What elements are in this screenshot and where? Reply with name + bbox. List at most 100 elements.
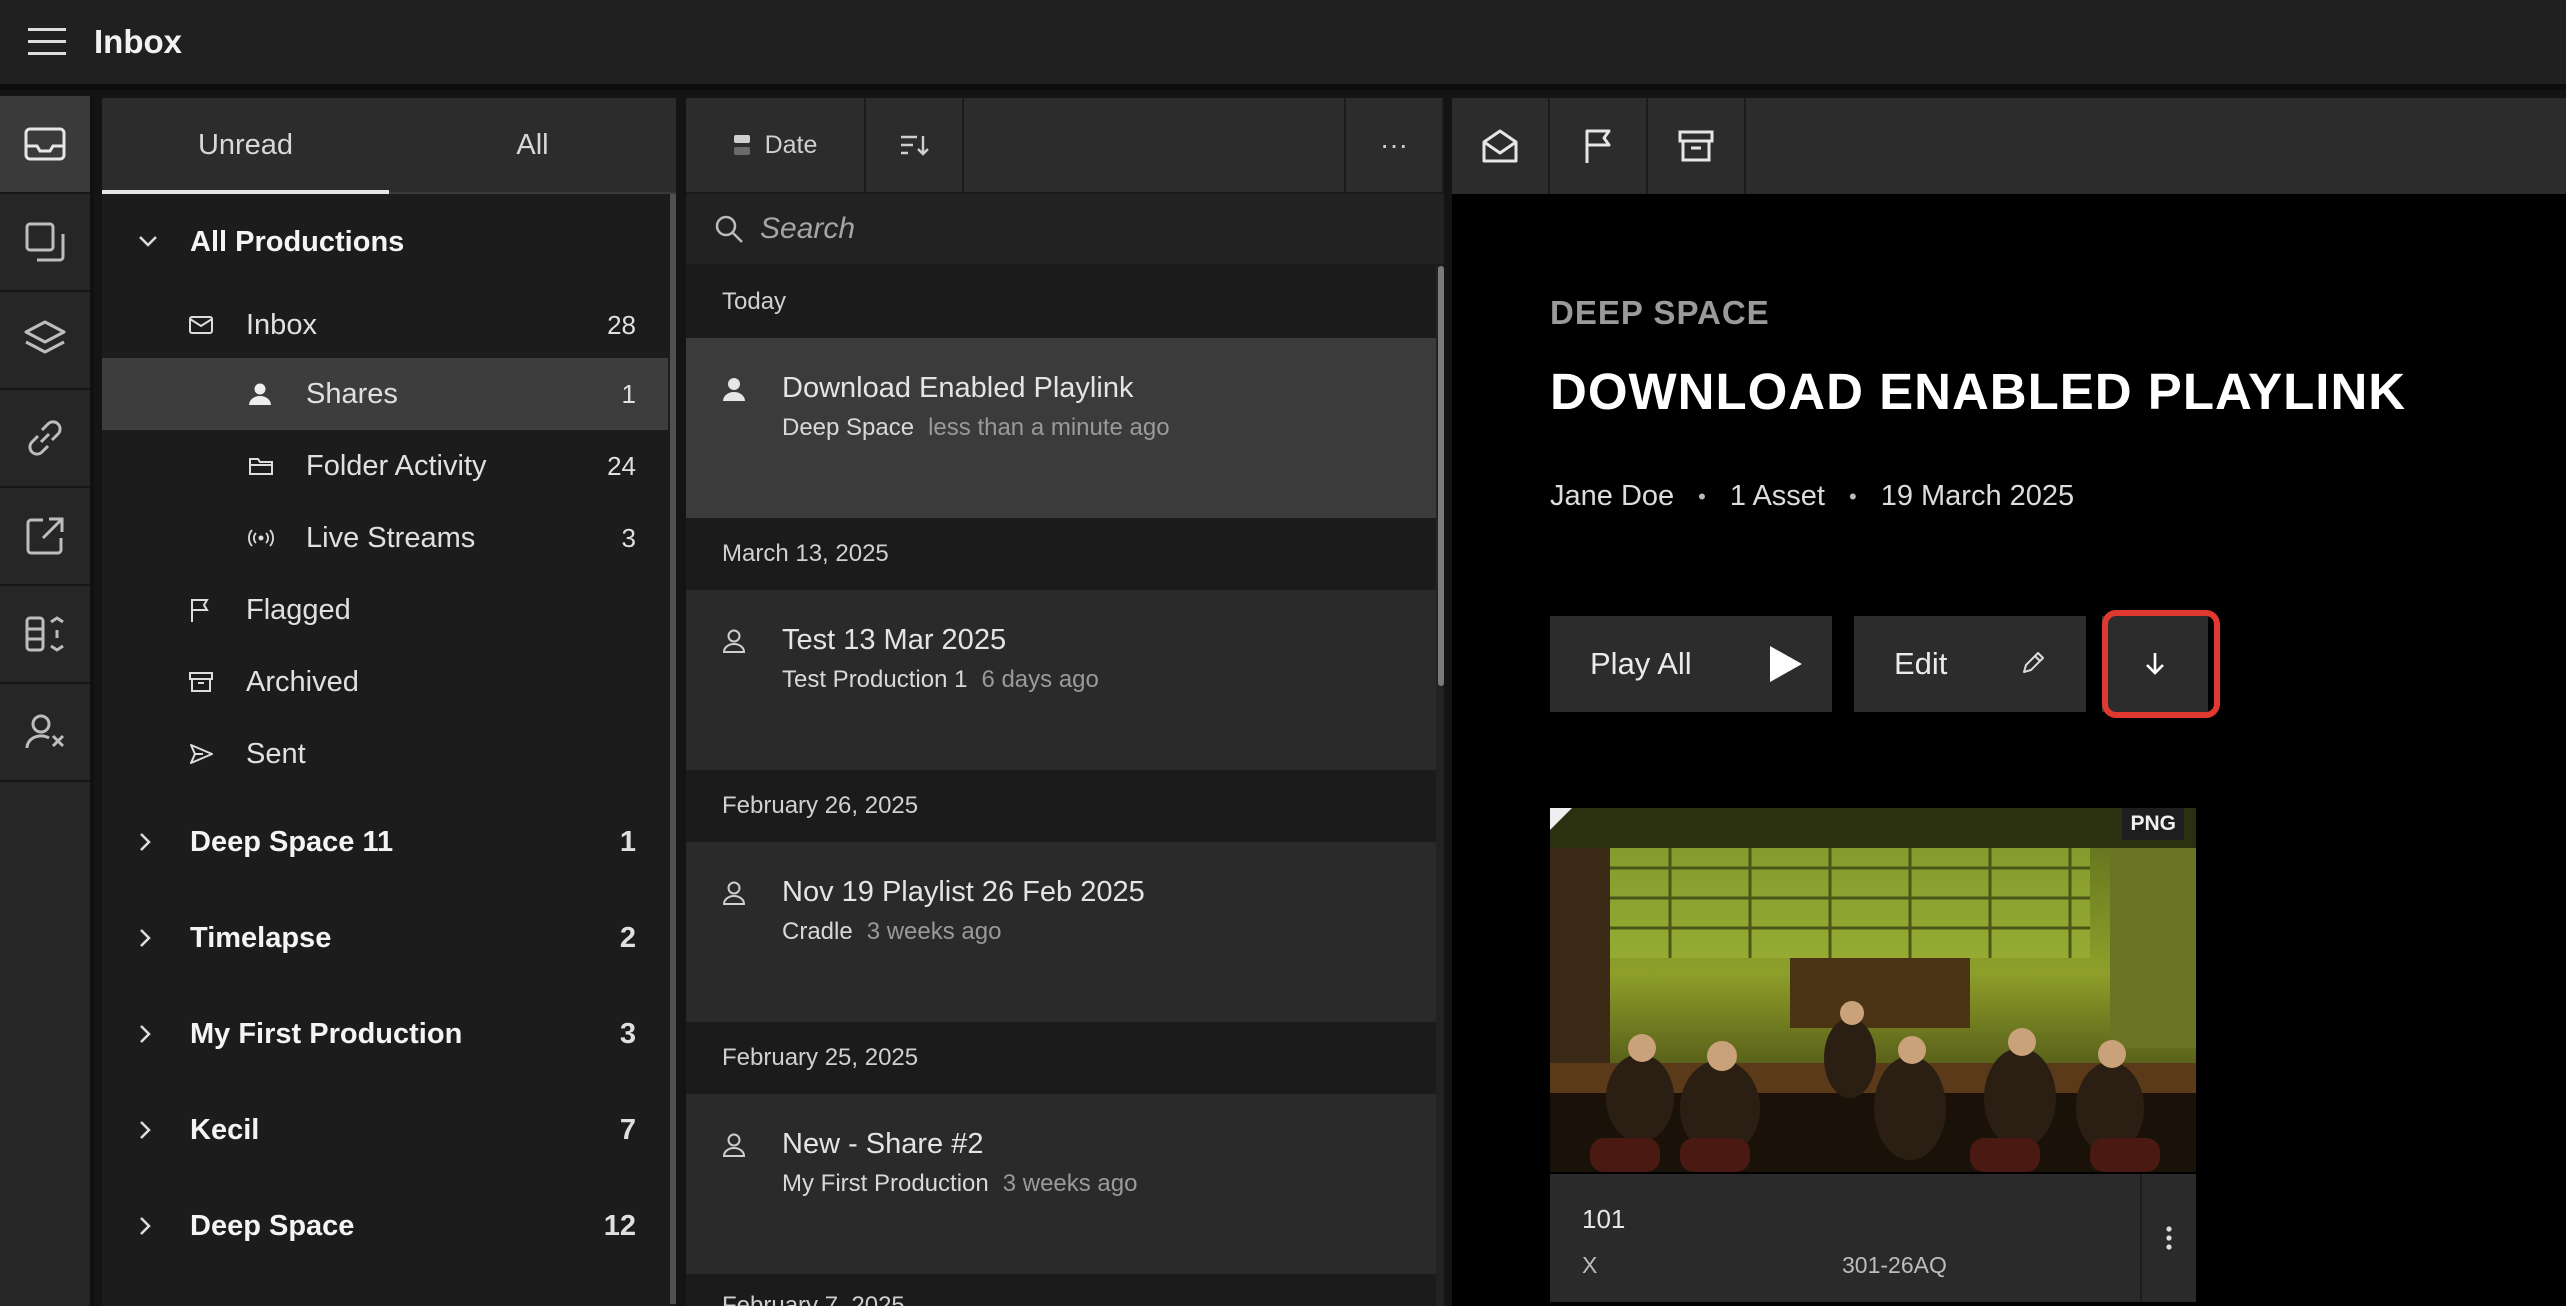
asset-thumbnail[interactable]: PNG [1550, 808, 2196, 1172]
tree-item-label: Live Streams [306, 521, 476, 554]
tab-unread[interactable]: Unread [102, 98, 389, 194]
chevron-down-icon[interactable] [138, 234, 158, 248]
tree-item-production[interactable]: Deep Space 12 [102, 1186, 668, 1266]
unread-count: 12 [603, 1209, 636, 1242]
chevron-right-icon[interactable] [138, 1120, 152, 1140]
play-all-label: Play All [1590, 646, 1692, 681]
tree-item-sent[interactable]: Sent [102, 718, 668, 790]
tab-all[interactable]: All [389, 98, 676, 192]
message-production: My First Production [782, 1170, 989, 1197]
play-all-button[interactable]: Play All [1550, 616, 1832, 712]
file-type-badge: PNG [2122, 808, 2184, 840]
rail-library-button[interactable] [0, 194, 90, 292]
more-options-button[interactable]: ··· [1346, 98, 1444, 192]
hamburger-menu-icon[interactable] [24, 19, 70, 65]
list-item[interactable]: Test 13 Mar 2025 Test Production 1 6 days… [686, 590, 1436, 770]
tree-item-production[interactable]: Timelapse 2 [102, 898, 668, 978]
production-name: DEEP SPACE [1550, 294, 1770, 331]
download-button[interactable] [2102, 616, 2208, 712]
list-item[interactable]: Nov 19 Playlist 26 Feb 2025 Cradle 3 week… [686, 842, 1436, 1022]
page-title: Inbox [94, 23, 182, 60]
asset-menu-button[interactable] [2140, 1174, 2196, 1302]
flag-icon [188, 597, 212, 623]
date-group-header: March 13, 2025 [686, 518, 1436, 590]
asset-field: X [1582, 1252, 1598, 1278]
message-production: Cradle [782, 918, 853, 945]
date-group-header: February 25, 2025 [686, 1022, 1436, 1094]
tree-item-all-productions[interactable]: All Productions [102, 212, 668, 272]
archive-icon [188, 670, 214, 694]
rail-transfer-button[interactable] [0, 586, 90, 684]
chevron-right-icon[interactable] [138, 1024, 152, 1044]
asset-card[interactable]: PNG 101 X 301-26AQ [1550, 808, 2196, 1306]
folder-icon [248, 455, 274, 477]
chevron-right-icon[interactable] [138, 832, 152, 852]
unread-count: 24 [607, 450, 636, 481]
kebab-menu-icon [2165, 1225, 2173, 1251]
rail-share-button[interactable] [0, 488, 90, 586]
sort-direction-button[interactable] [866, 98, 964, 192]
chevron-right-icon[interactable] [138, 928, 152, 948]
user-settings-icon [23, 710, 67, 754]
unread-count: 3 [619, 1017, 636, 1050]
rail-users-button[interactable] [0, 684, 90, 782]
unread-count: 3 [621, 522, 636, 553]
unread-count: 2 [619, 921, 636, 954]
tree-item-archived[interactable]: Archived [102, 646, 668, 718]
tree-item-live-streams[interactable]: Live Streams 3 [102, 502, 668, 574]
message-time: 3 weeks ago [866, 918, 1002, 945]
edit-button[interactable]: Edit [1854, 616, 2086, 712]
broadcast-icon [248, 527, 274, 549]
message-time: 6 days ago [981, 666, 1099, 693]
layers-icon [23, 318, 67, 362]
mark-read-button[interactable] [1452, 98, 1550, 194]
user-outline-icon [722, 1132, 746, 1158]
message-subtitle: My First Production 3 weeks ago [782, 1170, 1137, 1198]
list-item[interactable]: New - Share #2 My First Production 3 week… [686, 1094, 1436, 1274]
rail-layers-button[interactable] [0, 292, 90, 390]
list-item[interactable]: Download Enabled Playlink Deep Space less… [686, 338, 1436, 518]
rail-inbox-button[interactable] [0, 96, 90, 194]
tree-item-label: Sent [246, 737, 306, 770]
unread-count: 28 [607, 309, 636, 340]
archive-button[interactable] [1648, 98, 1746, 194]
flag-button[interactable] [1550, 98, 1648, 194]
meta-separator: • [1848, 483, 1857, 509]
sort-by-date-button[interactable]: Date [686, 98, 866, 192]
flag-icon [1582, 128, 1614, 164]
sidebar-scrollbar[interactable] [670, 194, 676, 1304]
tree-item-production[interactable]: My First Production 3 [102, 994, 668, 1074]
message-title: New - Share #2 [782, 1128, 984, 1160]
left-rail [0, 96, 94, 1306]
message-subtitle: Test Production 1 6 days ago [782, 666, 1099, 694]
tree-item-folder-activity[interactable]: Folder Activity 24 [102, 430, 668, 502]
link-icon [23, 416, 67, 460]
play-icon [1764, 644, 1804, 684]
search-input[interactable] [760, 212, 1360, 246]
tree-item-production[interactable]: Deep Space 11 1 [102, 802, 668, 882]
message-time: less than a minute ago [928, 414, 1170, 441]
tree-item-label: My First Production [190, 1017, 463, 1050]
tree-item-inbox[interactable]: Inbox 28 [102, 292, 668, 358]
media-transfer-icon [23, 612, 67, 656]
chevron-right-icon[interactable] [138, 1216, 152, 1236]
tree-item-label: Deep Space 11 [190, 825, 394, 858]
share-title: DOWNLOAD ENABLED PLAYLINK [1550, 363, 2407, 420]
sort-field-icon [733, 133, 751, 157]
thumbnail-corner-marker [1550, 808, 1572, 830]
rail-links-button[interactable] [0, 390, 90, 488]
detail-panel: DEEP SPACE DOWNLOAD ENABLED PLAYLINK Jan… [1452, 98, 2566, 1306]
tree-item-label: Shares [306, 377, 398, 410]
tree-item-production[interactable]: Kecil 7 [102, 1090, 668, 1170]
tree-item-shares[interactable]: Shares 1 [102, 358, 668, 430]
tree-item-flagged[interactable]: Flagged [102, 574, 668, 646]
sort-descending-icon [899, 133, 929, 157]
asset-info: 101 X 301-26AQ [1550, 1174, 2196, 1302]
tree-item-label: Archived [246, 665, 359, 698]
archive-icon [1678, 129, 1714, 163]
top-bar: Inbox [0, 0, 2566, 90]
list-scrollbar[interactable] [1438, 266, 1444, 686]
sidebar: Unread All All Productions Inbox 28 Shar… [102, 98, 676, 1306]
date-group-header: February 26, 2025 [686, 770, 1436, 842]
search-icon [714, 214, 744, 244]
